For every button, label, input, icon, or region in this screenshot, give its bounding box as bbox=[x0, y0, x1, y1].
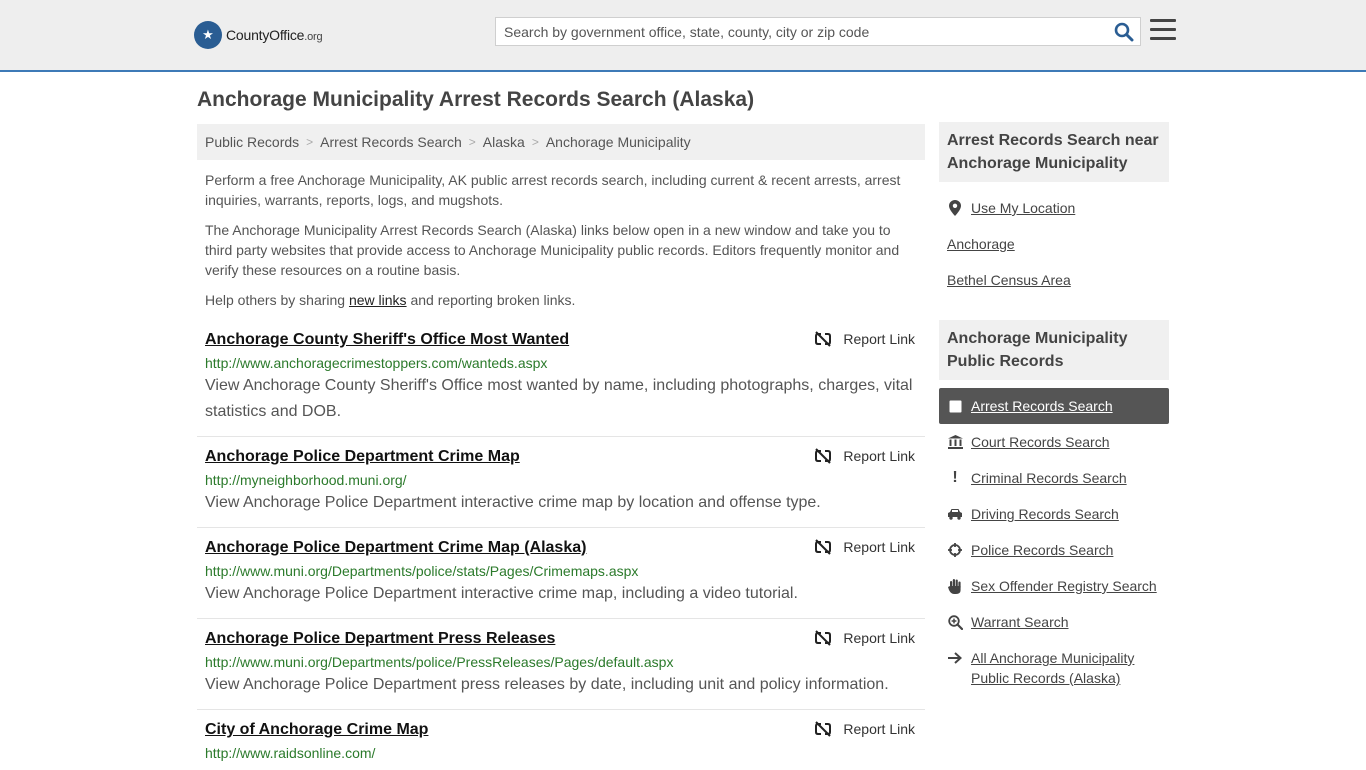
result-title-link[interactable]: City of Anchorage Crime Map bbox=[205, 719, 428, 741]
intro-paragraph-3: Help others by sharing new links and rep… bbox=[205, 292, 576, 308]
report-link-label: Report Link bbox=[843, 539, 915, 555]
hamburger-menu-icon[interactable] bbox=[1150, 19, 1176, 43]
logo-tld: .org bbox=[304, 31, 323, 43]
location-pin-icon bbox=[947, 200, 963, 216]
result-title-link[interactable]: Anchorage Police Department Press Releas… bbox=[205, 628, 555, 650]
magnifier-plus-icon bbox=[947, 614, 963, 630]
car-icon bbox=[947, 506, 963, 522]
sidebar-nearby: Arrest Records Search near Anchorage Mun… bbox=[939, 122, 1169, 298]
broken-link-icon bbox=[815, 630, 832, 646]
chevron-right-icon: > bbox=[468, 135, 476, 149]
page-title: Anchorage Municipality Arrest Records Se… bbox=[197, 88, 755, 111]
report-link-button[interactable]: Report Link bbox=[815, 331, 915, 347]
crosshair-icon bbox=[947, 542, 963, 558]
sidebar-item-all-public-records[interactable]: All Anchorage Municipality Public Record… bbox=[939, 640, 1169, 688]
breadcrumb: Public Records > Arrest Records Search >… bbox=[197, 124, 925, 160]
result-description: View Anchorage County Sheriff's Office m… bbox=[205, 377, 913, 420]
search-button[interactable] bbox=[1114, 22, 1134, 42]
sidebar-item-police-records-search[interactable]: Police Records Search bbox=[939, 532, 1169, 568]
logo-badge-icon: ★ bbox=[194, 21, 222, 49]
report-link-label: Report Link bbox=[843, 448, 915, 464]
report-link-button[interactable]: Report Link bbox=[815, 721, 915, 737]
square-icon bbox=[947, 398, 963, 414]
result-url: http://www.anchoragecrimestoppers.com/wa… bbox=[205, 355, 548, 371]
site-logo[interactable]: ★ CountyOffice.org bbox=[194, 20, 323, 50]
broken-link-icon bbox=[815, 331, 832, 347]
result-item: Anchorage Police Department Press Releas… bbox=[197, 619, 925, 710]
result-url: http://www.raidsonline.com/ bbox=[205, 745, 376, 761]
search-box bbox=[495, 17, 1141, 46]
sidebar-item-use-my-location[interactable]: Use My Location bbox=[939, 190, 1169, 226]
result-description: View Anchorage Police Department interac… bbox=[205, 585, 798, 602]
sidebar-item-sex-offender-registry-search[interactable]: Sex Offender Registry Search bbox=[939, 568, 1169, 604]
breadcrumb-anchorage-municipality[interactable]: Anchorage Municipality bbox=[546, 134, 691, 150]
sidebar-item-driving-records-search[interactable]: Driving Records Search bbox=[939, 496, 1169, 532]
result-item: Anchorage Police Department Crime Map ht… bbox=[197, 437, 925, 528]
report-link-label: Report Link bbox=[843, 721, 915, 737]
courthouse-icon bbox=[947, 434, 963, 450]
result-description: View Anchorage Police Department interac… bbox=[205, 494, 821, 511]
arrow-right-icon bbox=[947, 650, 963, 666]
logo-text: CountyOffice bbox=[226, 27, 305, 43]
report-link-label: Report Link bbox=[843, 331, 915, 347]
result-url: http://myneighborhood.muni.org/ bbox=[205, 472, 407, 488]
intro-paragraph-1: Perform a free Anchorage Municipality, A… bbox=[205, 172, 901, 208]
results-list: Anchorage County Sheriff's Office Most W… bbox=[197, 320, 925, 770]
breadcrumb-alaska[interactable]: Alaska bbox=[483, 134, 525, 150]
sidebar-nearby-heading: Arrest Records Search near Anchorage Mun… bbox=[939, 122, 1169, 182]
result-item: Anchorage Police Department Crime Map (A… bbox=[197, 528, 925, 619]
sidebar-public-records: Anchorage Municipality Public Records Ar… bbox=[939, 320, 1169, 688]
sidebar-item-warrant-search[interactable]: Warrant Search bbox=[939, 604, 1169, 640]
sidebar-item-anchorage[interactable]: Anchorage bbox=[939, 226, 1169, 262]
report-link-button[interactable]: Report Link bbox=[815, 539, 915, 555]
result-description: View Anchorage Police Department press r… bbox=[205, 676, 889, 693]
sidebar-item-bethel-census-area[interactable]: Bethel Census Area bbox=[939, 262, 1169, 298]
breadcrumb-public-records[interactable]: Public Records bbox=[205, 134, 299, 150]
sidebar-records-heading: Anchorage Municipality Public Records bbox=[939, 320, 1169, 380]
search-input[interactable] bbox=[496, 18, 1106, 45]
result-title-link[interactable]: Anchorage Police Department Crime Map (A… bbox=[205, 537, 586, 559]
intro-paragraph-2: The Anchorage Municipality Arrest Record… bbox=[205, 222, 900, 278]
search-icon bbox=[1114, 22, 1134, 42]
top-bar: ★ CountyOffice.org bbox=[0, 0, 1366, 72]
exclamation-icon: ! bbox=[952, 469, 958, 486]
result-url: http://www.muni.org/Departments/police/s… bbox=[205, 563, 639, 579]
report-link-label: Report Link bbox=[843, 630, 915, 646]
result-title-link[interactable]: Anchorage County Sheriff's Office Most W… bbox=[205, 329, 569, 351]
sidebar-item-court-records-search[interactable]: Court Records Search bbox=[939, 424, 1169, 460]
result-item: City of Anchorage Crime Map http://www.r… bbox=[197, 710, 925, 770]
broken-link-icon bbox=[815, 539, 832, 555]
result-item: Anchorage County Sheriff's Office Most W… bbox=[197, 320, 925, 437]
result-url: http://www.muni.org/Departments/police/P… bbox=[205, 654, 674, 670]
report-link-button[interactable]: Report Link bbox=[815, 630, 915, 646]
sidebar-item-arrest-records-search[interactable]: Arrest Records Search bbox=[939, 388, 1169, 424]
broken-link-icon bbox=[815, 721, 832, 737]
chevron-right-icon: > bbox=[306, 135, 314, 149]
breadcrumb-arrest-records-search[interactable]: Arrest Records Search bbox=[320, 134, 462, 150]
result-title-link[interactable]: Anchorage Police Department Crime Map bbox=[205, 446, 520, 468]
hand-icon bbox=[947, 578, 963, 594]
broken-link-icon bbox=[815, 448, 832, 464]
new-links-link[interactable]: new links bbox=[349, 292, 407, 308]
sidebar-item-criminal-records-search[interactable]: ! Criminal Records Search bbox=[939, 460, 1169, 496]
chevron-right-icon: > bbox=[531, 135, 539, 149]
report-link-button[interactable]: Report Link bbox=[815, 448, 915, 464]
